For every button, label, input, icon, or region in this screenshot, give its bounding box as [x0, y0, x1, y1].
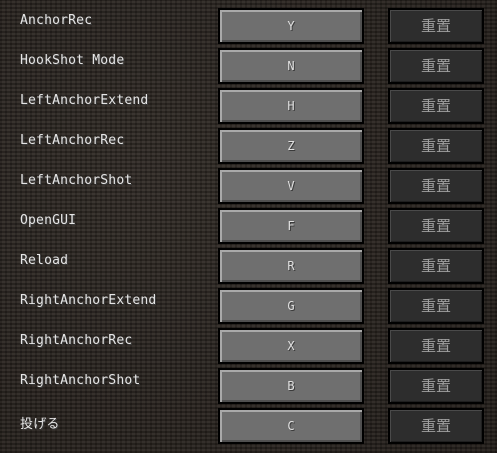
key-binding-row: AnchorRec Y 重置: [0, 4, 497, 44]
key-binding-row: LeftAnchorExtend H 重置: [0, 84, 497, 124]
key-binding-button[interactable]: N: [218, 48, 364, 84]
action-label: RightAnchorRec: [20, 333, 133, 348]
key-binding-button[interactable]: Y: [218, 8, 364, 44]
reset-button[interactable]: 重置: [388, 128, 484, 164]
action-label: LeftAnchorExtend: [20, 93, 149, 108]
key-binding-row: RightAnchorRec X 重置: [0, 324, 497, 364]
key-binding-button[interactable]: G: [218, 288, 364, 324]
key-binding-row: RightAnchorShot B 重置: [0, 364, 497, 404]
key-binding-list: AnchorRec Y 重置 HookShot Mode N 重置 LeftAn…: [0, 4, 497, 444]
reset-button[interactable]: 重置: [388, 8, 484, 44]
action-label: LeftAnchorShot: [20, 173, 133, 188]
key-binding-row: Reload R 重置: [0, 244, 497, 284]
key-binding-button[interactable]: B: [218, 368, 364, 404]
key-binding-button[interactable]: X: [218, 328, 364, 364]
key-binding-row: LeftAnchorRec Z 重置: [0, 124, 497, 164]
reset-button[interactable]: 重置: [388, 168, 484, 204]
reset-button[interactable]: 重置: [388, 248, 484, 284]
action-label: 投げる: [20, 417, 60, 432]
reset-button[interactable]: 重置: [388, 328, 484, 364]
action-label: AnchorRec: [20, 13, 93, 28]
reset-button[interactable]: 重置: [388, 288, 484, 324]
action-label: Reload: [20, 253, 69, 268]
key-binding-button[interactable]: R: [218, 248, 364, 284]
key-binding-row: RightAnchorExtend G 重置: [0, 284, 497, 324]
key-binding-button[interactable]: H: [218, 88, 364, 124]
reset-button[interactable]: 重置: [388, 88, 484, 124]
reset-button[interactable]: 重置: [388, 408, 484, 444]
key-binding-row: LeftAnchorShot V 重置: [0, 164, 497, 204]
action-label: RightAnchorExtend: [20, 293, 157, 308]
key-binding-button[interactable]: C: [218, 408, 364, 444]
action-label: LeftAnchorRec: [20, 133, 125, 148]
key-binding-row: HookShot Mode N 重置: [0, 44, 497, 84]
key-binding-button[interactable]: Z: [218, 128, 364, 164]
action-label: OpenGUI: [20, 213, 77, 228]
key-binding-button[interactable]: F: [218, 208, 364, 244]
action-label: RightAnchorShot: [20, 373, 141, 388]
key-binding-row: OpenGUI F 重置: [0, 204, 497, 244]
reset-button[interactable]: 重置: [388, 48, 484, 84]
key-binding-button[interactable]: V: [218, 168, 364, 204]
reset-button[interactable]: 重置: [388, 368, 484, 404]
action-label: HookShot Mode: [20, 53, 125, 68]
reset-button[interactable]: 重置: [388, 208, 484, 244]
key-binding-row: 投げる C 重置: [0, 404, 497, 444]
